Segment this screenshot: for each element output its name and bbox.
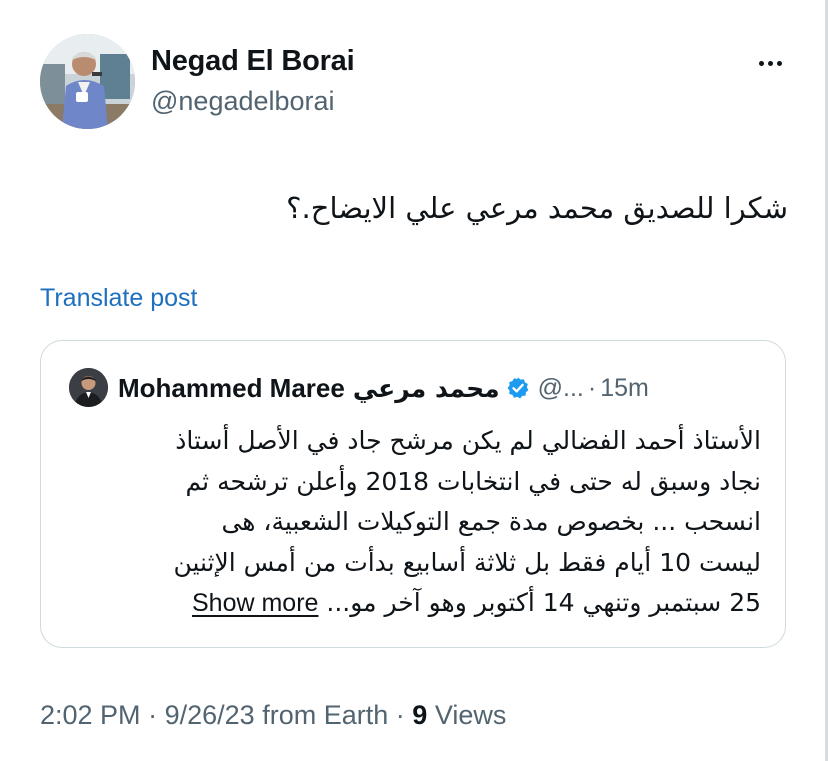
quoted-post-line: نجاد وسبق له حتى في انتخابات 2018 وأعلن …: [185, 466, 761, 496]
quoted-author-handle: @...: [537, 373, 584, 402]
more-horizontal-icon-dot: [767, 60, 773, 66]
separator-dot: ·: [148, 700, 158, 730]
quoted-post-last-line: 25 سبتمبر وتنهي 14 أكتوبر وهو آخر مو... …: [65, 583, 761, 624]
quoted-post-text: الأستاذ أحمد الفضالي لم يكن مرشح جاد في …: [65, 421, 761, 624]
post-header: Negad El Borai @negadelborai: [40, 34, 788, 134]
quoted-post-line: ليست 10 أيام فقط بل ثلاثة أسابيع بدأت من…: [173, 547, 761, 577]
separator-dot: ·: [587, 373, 597, 402]
separator-dot: ·: [395, 700, 405, 730]
show-more-link[interactable]: Show more: [192, 589, 318, 617]
post-text: شكرا للصديق محمد مرعي علي الايضاح.؟: [286, 191, 788, 225]
more-horizontal-icon-dot: [776, 60, 782, 66]
quoted-post-header: Mohammed Maree محمد مرعي @... · 15m: [118, 371, 649, 405]
author-name[interactable]: Negad El Borai: [151, 45, 355, 78]
quoted-post-time: 15m: [600, 373, 649, 402]
post-source: from Earth: [262, 700, 389, 730]
author-avatar[interactable]: [40, 34, 135, 129]
views-label[interactable]: Views: [435, 700, 507, 730]
author-handle[interactable]: @negadelborai: [151, 86, 335, 117]
more-horizontal-icon: [758, 60, 764, 66]
post-metadata: 2:02 PM · 9/26/23 from Earth · 9 Views: [40, 700, 506, 731]
views-count[interactable]: 9: [412, 700, 427, 730]
quoted-author-avatar: [69, 368, 108, 407]
quoted-post-line-text: 25 سبتمبر وتنهي 14 أكتوبر وهو آخر مو...: [326, 588, 761, 617]
quoted-post-line: انسحب ... بخصوص مدة جمع التوكيلات الشعبي…: [221, 507, 761, 536]
quoted-author-name-arabic: محمد مرعي: [352, 373, 500, 403]
quoted-post-line: الأستاذ أحمد الفضالي لم يكن مرشح جاد في …: [175, 426, 761, 455]
verified-badge-icon: [506, 376, 530, 400]
post-date[interactable]: 9/26/23: [165, 700, 255, 730]
post-time[interactable]: 2:02 PM: [40, 700, 141, 730]
quoted-post-card[interactable]: Mohammed Maree محمد مرعي @... · 15m الأس…: [40, 340, 786, 648]
more-options-button[interactable]: [750, 48, 790, 78]
translate-post-link[interactable]: Translate post: [40, 284, 197, 313]
quoted-author-name: Mohammed Maree: [118, 372, 345, 403]
